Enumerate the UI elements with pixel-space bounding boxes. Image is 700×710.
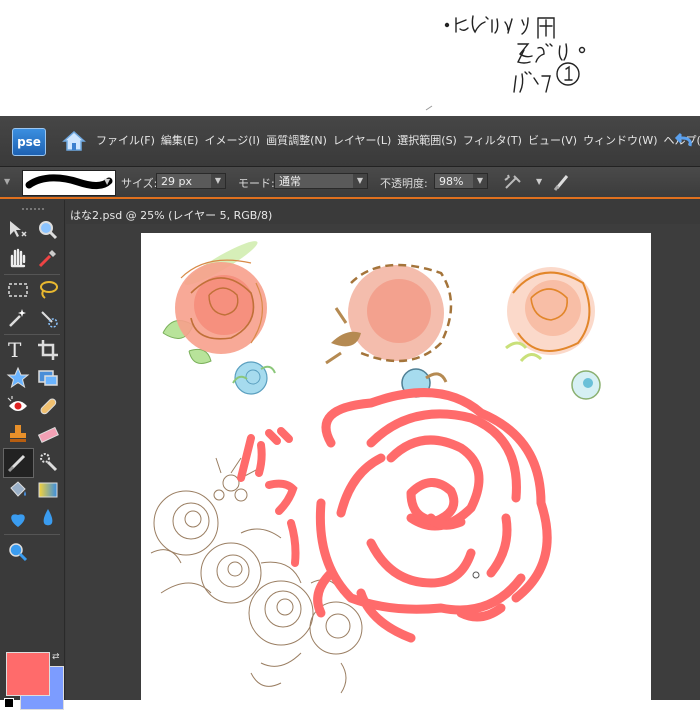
brush-picker-dropdown-icon[interactable]: ▼ xyxy=(104,177,110,186)
options-dropdown-icon[interactable]: ▼ xyxy=(536,177,542,186)
handwriting-drawing xyxy=(425,15,586,111)
menu-select[interactable]: 選択範囲(S) xyxy=(397,133,457,149)
size-value: 29 px xyxy=(161,175,192,188)
brush-stroke-preview xyxy=(25,174,113,190)
mode-value: 通常 xyxy=(279,175,301,188)
toolbox-separator xyxy=(4,274,60,275)
brush-icon[interactable] xyxy=(552,172,574,192)
quick-selection-icon[interactable] xyxy=(36,306,60,330)
main-menu: ファイル(F) 編集(E) イメージ(I) 画質調整(N) レイヤー(L) 選択… xyxy=(96,133,700,149)
eraser-icon[interactable] xyxy=(36,422,60,446)
size-dropdown-icon[interactable]: ▼ xyxy=(211,174,225,188)
sponge-icon[interactable] xyxy=(6,506,30,530)
opacity-dropdown-icon[interactable]: ▼ xyxy=(473,174,487,188)
mode-dropdown-icon[interactable]: ▼ xyxy=(353,174,367,188)
shape-tool-icon[interactable] xyxy=(6,366,30,390)
mode-select[interactable]: 通常 ▼ xyxy=(274,173,368,189)
type-tool-icon[interactable]: T xyxy=(8,338,32,362)
airbrush-icon[interactable] xyxy=(502,172,524,192)
size-label: サイズ: xyxy=(121,177,158,190)
sharpen-drop-icon[interactable] xyxy=(6,540,30,564)
toolbox-separator xyxy=(4,534,60,535)
swap-colors-icon[interactable]: ⇄ xyxy=(52,652,60,662)
foreground-color-swatch[interactable] xyxy=(6,652,50,696)
rose-colored-2 xyxy=(325,263,453,398)
toolbox: T ⇄ xyxy=(0,200,65,710)
home-icon[interactable] xyxy=(62,130,86,152)
document-title: はな2.psd @ 25% (レイヤー 5, RGB/8) xyxy=(70,209,273,222)
app-logo: pse xyxy=(12,128,46,156)
toolbox-grip[interactable] xyxy=(22,208,44,210)
menu-image[interactable]: イメージ(I) xyxy=(204,133,260,149)
menu-window[interactable]: ウィンドウ(W) xyxy=(583,133,657,149)
document-workspace xyxy=(66,224,700,700)
eyedropper-icon[interactable] xyxy=(36,246,60,270)
menu-bar: pse ファイル(F) 編集(E) イメージ(I) 画質調整(N) レイヤー(L… xyxy=(0,116,700,167)
photoshop-elements-window: pse ファイル(F) 編集(E) イメージ(I) 画質調整(N) レイヤー(L… xyxy=(0,116,700,710)
menu-view[interactable]: ビュー(V) xyxy=(528,133,577,149)
rose-colored-1 xyxy=(162,241,276,395)
lasso-icon[interactable] xyxy=(36,278,60,302)
brush-cursor xyxy=(472,571,480,579)
move-tool-icon[interactable] xyxy=(6,218,30,242)
hand-tool-icon[interactable] xyxy=(6,246,30,270)
canvas-katakana-ba xyxy=(237,427,300,567)
handwritten-note xyxy=(0,0,700,116)
red-eye-icon[interactable] xyxy=(6,394,30,418)
document-tab[interactable]: はな2.psd @ 25% (レイヤー 5, RGB/8) xyxy=(66,204,700,224)
menu-file[interactable]: ファイル(F) xyxy=(96,133,155,149)
marquee-icon[interactable] xyxy=(6,278,30,302)
crop-tool-icon[interactable] xyxy=(36,338,60,362)
gradient-icon[interactable] xyxy=(36,478,60,502)
magic-wand-icon[interactable] xyxy=(6,306,30,330)
opacity-field[interactable]: 98% ▼ xyxy=(434,173,488,189)
opacity-value: 98% xyxy=(439,175,464,188)
brush-preset-picker[interactable] xyxy=(22,170,116,196)
toolbox-separator xyxy=(4,334,60,335)
opacity-label: 不透明度: xyxy=(380,177,428,190)
menu-layer[interactable]: レイヤー(L) xyxy=(333,133,391,149)
red-rose-sketch xyxy=(313,388,552,643)
menu-filter[interactable]: フィルタ(T) xyxy=(463,133,522,149)
brush-tool-icon[interactable] xyxy=(6,450,30,474)
canvas[interactable] xyxy=(141,233,651,700)
smart-brush-icon[interactable] xyxy=(36,450,60,474)
paint-bucket-icon[interactable] xyxy=(6,478,30,502)
healing-brush-icon[interactable] xyxy=(36,394,60,418)
mode-label: モード: xyxy=(238,177,275,190)
tool-options-bar: ▼ ▼ サイズ: 29 px ▼ モード: 通常 ▼ 不透明度: 98% ▼ ▼ xyxy=(0,167,700,199)
menu-edit[interactable]: 編集(E) xyxy=(161,133,199,149)
rose-colored-3 xyxy=(505,267,601,400)
size-field[interactable]: 29 px ▼ xyxy=(156,173,226,189)
chevron-down-icon[interactable]: ▼ xyxy=(4,177,10,186)
blur-drop-icon[interactable] xyxy=(36,506,60,530)
recompose-icon[interactable] xyxy=(36,366,60,390)
undo-icon[interactable] xyxy=(672,132,700,150)
menu-enhance[interactable]: 画質調整(N) xyxy=(266,133,327,149)
zoom-tool-icon[interactable] xyxy=(36,218,60,242)
clone-stamp-icon[interactable] xyxy=(6,422,30,446)
canvas-artwork xyxy=(150,241,601,694)
